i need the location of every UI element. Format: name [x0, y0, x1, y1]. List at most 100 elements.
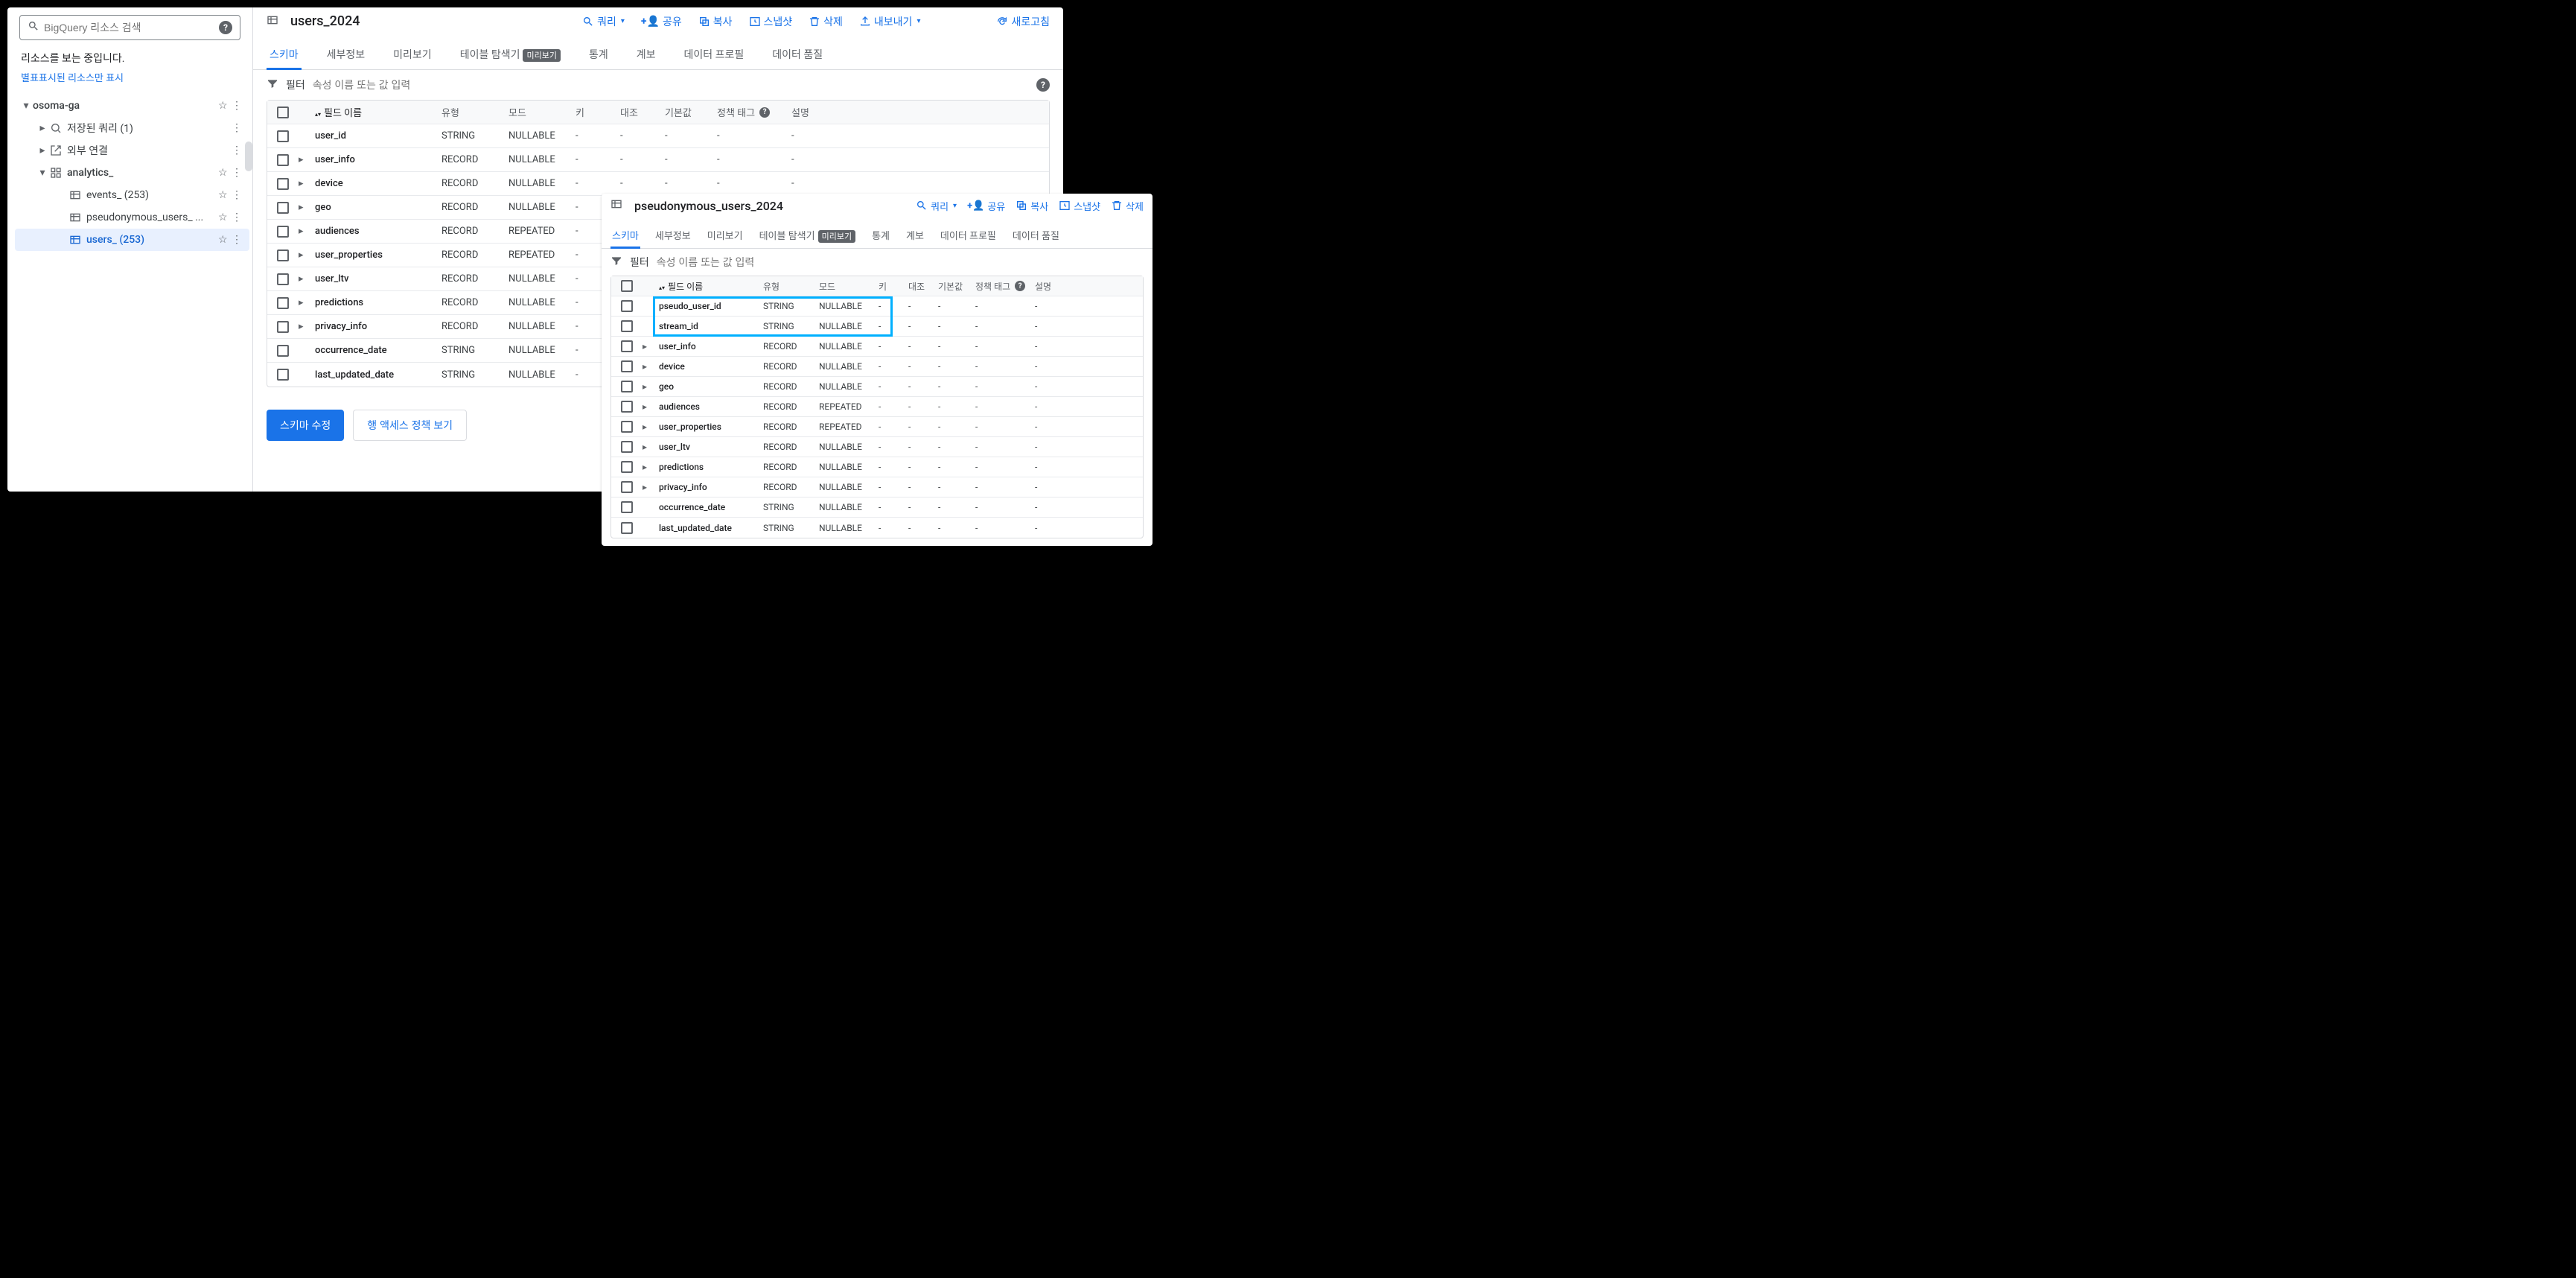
row-checkbox[interactable]: [621, 300, 633, 312]
tab-details[interactable]: 세부정보: [324, 39, 369, 69]
row-checkbox[interactable]: [277, 297, 289, 309]
expand-icon[interactable]: ▸: [643, 442, 659, 452]
snapshot-button[interactable]: 스냅샷: [749, 14, 793, 29]
row-checkbox[interactable]: [277, 321, 289, 333]
schema-row[interactable]: occurrence_dateSTRINGNULLABLE-----: [611, 497, 1143, 518]
row-checkbox[interactable]: [277, 273, 289, 285]
export-button[interactable]: 내보내기: [859, 14, 921, 29]
row-checkbox[interactable]: [621, 421, 633, 433]
tab-details[interactable]: 세부정보: [654, 222, 692, 248]
row-checkbox[interactable]: [277, 178, 289, 190]
row-checkbox[interactable]: [621, 481, 633, 493]
tab-stats[interactable]: 통계: [586, 39, 611, 69]
tree-table-pseudo[interactable]: pseudonymous_users_ ... ☆ ⋮: [15, 206, 249, 229]
schema-row[interactable]: ▸audiencesRECORDREPEATED-----: [611, 397, 1143, 417]
row-checkbox[interactable]: [621, 501, 633, 513]
tab-quality[interactable]: 데이터 품질: [1011, 222, 1061, 248]
starred-only-link[interactable]: 별표표시된 리소스만 표시: [21, 70, 243, 84]
expand-icon[interactable]: ▸: [643, 401, 659, 412]
star-icon[interactable]: ☆: [218, 100, 232, 112]
tree-table-users[interactable]: users_ (253) ☆ ⋮: [15, 229, 249, 251]
expand-icon[interactable]: ▸: [643, 361, 659, 372]
expand-icon[interactable]: ▸: [299, 273, 315, 284]
more-icon[interactable]: ⋮: [232, 212, 245, 223]
tab-profile[interactable]: 데이터 프로필: [680, 39, 747, 69]
filter-input[interactable]: [657, 256, 1144, 268]
expand-icon[interactable]: ▸: [643, 341, 659, 352]
more-icon[interactable]: ⋮: [232, 234, 245, 246]
row-checkbox[interactable]: [621, 340, 633, 352]
more-icon[interactable]: ⋮: [232, 122, 245, 134]
edit-schema-button[interactable]: 스키마 수정: [267, 410, 344, 441]
help-icon[interactable]: ?: [219, 21, 232, 34]
search-box[interactable]: ?: [19, 15, 240, 40]
select-all-checkbox[interactable]: [621, 280, 633, 292]
row-checkbox[interactable]: [621, 401, 633, 413]
scrollbar[interactable]: [245, 142, 252, 171]
schema-row[interactable]: ▸user_ltvRECORDNULLABLE-----: [611, 437, 1143, 457]
expand-icon[interactable]: ▸: [643, 462, 659, 472]
expand-icon[interactable]: ▸: [299, 297, 315, 308]
filter-input[interactable]: [313, 79, 1029, 91]
query-button[interactable]: 쿼리: [916, 199, 957, 213]
sort-icon[interactable]: ▴▾: [315, 112, 321, 116]
expand-icon[interactable]: ▸: [643, 482, 659, 492]
tree-saved-queries[interactable]: ▸ 저장된 쿼리 (1) ⋮: [15, 117, 249, 139]
row-checkbox[interactable]: [277, 226, 289, 238]
expand-icon[interactable]: ▸: [643, 381, 659, 392]
expand-icon[interactable]: ▸: [643, 422, 659, 432]
tab-schema[interactable]: 스키마: [610, 222, 640, 248]
row-checkbox[interactable]: [277, 249, 289, 261]
row-checkbox[interactable]: [277, 345, 289, 357]
schema-row[interactable]: stream_idSTRINGNULLABLE-----: [611, 317, 1143, 337]
row-checkbox[interactable]: [621, 360, 633, 372]
schema-row[interactable]: ▸deviceRECORDNULLABLE-----: [267, 172, 1049, 196]
row-checkbox[interactable]: [277, 130, 289, 142]
refresh-button[interactable]: 새로고침: [996, 14, 1050, 29]
help-icon[interactable]: ?: [759, 107, 770, 118]
share-button[interactable]: +👤공유: [967, 199, 1005, 213]
row-checkbox[interactable]: [277, 202, 289, 214]
tab-schema[interactable]: 스키마: [267, 39, 302, 69]
schema-row[interactable]: ▸geoRECORDNULLABLE-----: [611, 377, 1143, 397]
tree-dataset[interactable]: ▾ analytics_ ☆ ⋮: [15, 162, 249, 184]
query-button[interactable]: 쿼리: [582, 14, 625, 29]
row-checkbox[interactable]: [621, 441, 633, 453]
more-icon[interactable]: ⋮: [232, 100, 245, 112]
delete-button[interactable]: 삭제: [1111, 199, 1144, 213]
tab-profile[interactable]: 데이터 프로필: [939, 222, 998, 248]
schema-row[interactable]: user_idSTRINGNULLABLE-----: [267, 124, 1049, 148]
tab-explorer[interactable]: 테이블 탐색기미리보기: [758, 222, 857, 248]
more-icon[interactable]: ⋮: [232, 189, 245, 201]
tab-quality[interactable]: 데이터 품질: [769, 39, 826, 69]
expand-icon[interactable]: ▸: [299, 178, 315, 189]
row-checkbox[interactable]: [277, 369, 289, 381]
schema-row[interactable]: pseudo_user_idSTRINGNULLABLE-----: [611, 296, 1143, 317]
row-policy-button[interactable]: 행 액세스 정책 보기: [353, 410, 467, 441]
help-icon[interactable]: ?: [1015, 281, 1025, 291]
copy-button[interactable]: 복사: [698, 14, 733, 29]
star-icon[interactable]: ☆: [218, 189, 232, 201]
tab-stats[interactable]: 통계: [870, 222, 891, 248]
expand-icon[interactable]: ▸: [299, 226, 315, 237]
select-all-checkbox[interactable]: [277, 106, 289, 118]
search-input[interactable]: [44, 22, 219, 34]
schema-row[interactable]: ▸user_infoRECORDNULLABLE-----: [611, 337, 1143, 357]
tab-explorer[interactable]: 테이블 탐색기미리보기: [457, 39, 564, 69]
row-checkbox[interactable]: [621, 320, 633, 332]
row-checkbox[interactable]: [277, 154, 289, 166]
star-icon[interactable]: ☆: [218, 212, 232, 223]
row-checkbox[interactable]: [621, 461, 633, 473]
schema-row[interactable]: last_updated_dateSTRINGNULLABLE-----: [611, 518, 1143, 538]
tree-project[interactable]: ▾ osoma-ga ☆ ⋮: [15, 95, 249, 117]
tab-lineage[interactable]: 계보: [905, 222, 925, 248]
share-button[interactable]: +👤공유: [641, 14, 682, 29]
delete-button[interactable]: 삭제: [809, 14, 843, 29]
expand-icon[interactable]: ▸: [299, 154, 315, 165]
schema-row[interactable]: ▸deviceRECORDNULLABLE-----: [611, 357, 1143, 377]
schema-row[interactable]: ▸privacy_infoRECORDNULLABLE-----: [611, 477, 1143, 497]
expand-icon[interactable]: ▸: [299, 321, 315, 332]
tree-table-events[interactable]: events_ (253) ☆ ⋮: [15, 184, 249, 206]
expand-icon[interactable]: ▸: [299, 249, 315, 261]
help-icon[interactable]: ?: [1036, 78, 1050, 92]
